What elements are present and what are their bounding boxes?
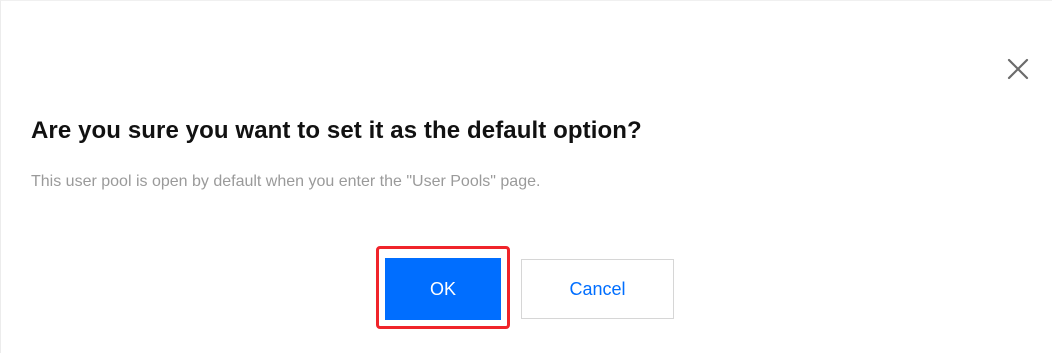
- close-icon: [1004, 55, 1032, 83]
- dialog-title: Are you sure you want to set it as the d…: [31, 117, 642, 144]
- confirm-dialog: Are you sure you want to set it as the d…: [0, 0, 1052, 353]
- ok-button[interactable]: OK: [385, 258, 501, 320]
- close-button[interactable]: [1004, 55, 1032, 83]
- cancel-button[interactable]: Cancel: [521, 259, 674, 319]
- dialog-description: This user pool is open by default when y…: [31, 173, 541, 190]
